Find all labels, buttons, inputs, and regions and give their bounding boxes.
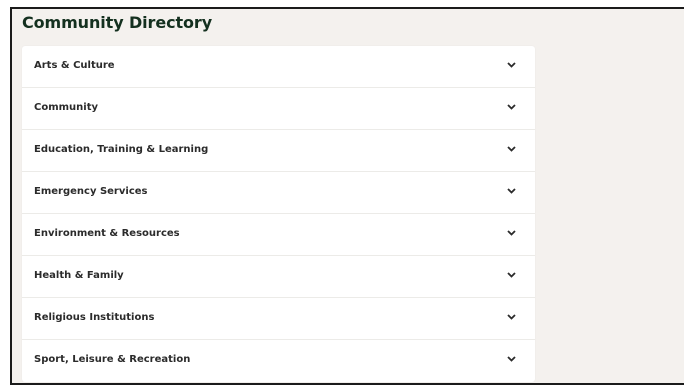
accordion-item-environment[interactable]: Environment & Resources (22, 214, 535, 256)
chevron-down-icon[interactable] (507, 104, 516, 110)
accordion-item-label: Religious Institutions (34, 312, 155, 323)
accordion-item-emergency-services[interactable]: Emergency Services (22, 172, 535, 214)
chevron-down-icon[interactable] (507, 146, 516, 152)
chevron-down-icon[interactable] (507, 356, 516, 362)
accordion-item-label: Environment & Resources (34, 228, 180, 239)
chevron-down-icon[interactable] (507, 230, 516, 236)
accordion-item-label: Emergency Services (34, 186, 148, 197)
accordion-item-sport-leisure[interactable]: Sport, Leisure & Recreation (22, 340, 535, 382)
accordion-item-label: Arts & Culture (34, 60, 115, 71)
page-title: Community Directory (22, 13, 213, 32)
accordion-item-education[interactable]: Education, Training & Learning (22, 130, 535, 172)
accordion-item-arts-culture[interactable]: Arts & Culture (22, 46, 535, 88)
category-accordion: Arts & Culture Community Education, Trai… (22, 46, 535, 382)
chevron-down-icon[interactable] (507, 272, 516, 278)
accordion-item-label: Health & Family (34, 270, 124, 281)
accordion-item-label: Community (34, 102, 99, 113)
accordion-item-health-family[interactable]: Health & Family (22, 256, 535, 298)
accordion-item-label: Education, Training & Learning (34, 144, 209, 155)
chevron-down-icon[interactable] (507, 62, 516, 68)
accordion-item-religious[interactable]: Religious Institutions (22, 298, 535, 340)
accordion-item-community[interactable]: Community (22, 88, 535, 130)
chevron-down-icon[interactable] (507, 188, 516, 194)
accordion-item-label: Sport, Leisure & Recreation (34, 354, 191, 365)
chevron-down-icon[interactable] (507, 314, 516, 320)
page-frame: Community Directory Arts & Culture Commu… (10, 7, 684, 385)
